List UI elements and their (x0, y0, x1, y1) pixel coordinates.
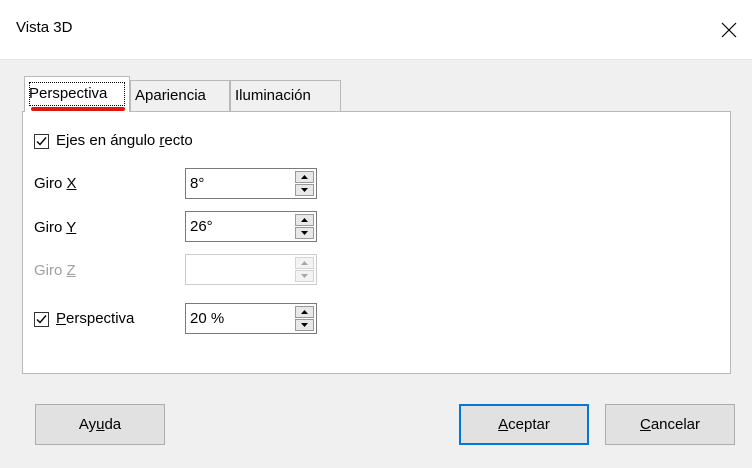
arrow-up-icon (301, 261, 308, 265)
close-button[interactable] (706, 0, 752, 59)
perspective-value: 20 % (190, 310, 225, 327)
arrow-down-icon (301, 274, 308, 278)
tab-panel-perspectiva: Ejes en ángulo recto Giro X 8° Giro Y 26… (22, 111, 731, 374)
perspective-checkbox[interactable] (34, 312, 49, 327)
arrow-down-icon (301, 231, 308, 235)
checkmark-icon (36, 315, 47, 324)
rotation-z-increment-button (295, 257, 314, 269)
arrow-down-icon (301, 323, 308, 327)
tab-highlight-underline (31, 107, 125, 111)
close-icon (721, 22, 737, 37)
arrow-up-icon (301, 175, 308, 179)
ok-button-label: Aceptar (498, 416, 550, 433)
perspective-label: Perspectiva (56, 310, 135, 327)
tab-apariencia[interactable]: Apariencia (130, 80, 230, 111)
rotation-y-spinbox[interactable]: 26° (185, 211, 317, 242)
rotation-y-increment-button[interactable] (295, 214, 314, 226)
right-angle-axes-checkbox[interactable] (34, 134, 49, 149)
rotation-y-decrement-button[interactable] (295, 227, 314, 239)
rotation-z-label: Giro Z (34, 262, 76, 279)
rotation-z-decrement-button (295, 270, 314, 282)
tab-iluminacion[interactable]: Iluminación (230, 80, 341, 111)
rotation-x-spinbox[interactable]: 8° (185, 168, 317, 199)
title-bar: Vista 3D (0, 0, 752, 60)
rotation-x-label: Giro X (34, 175, 77, 192)
checkmark-icon (36, 137, 47, 146)
rotation-x-increment-button[interactable] (295, 171, 314, 183)
window-title: Vista 3D (16, 19, 73, 36)
help-button-label: Ayuda (78, 416, 122, 433)
rotation-x-value: 8° (190, 175, 205, 192)
perspective-decrement-button[interactable] (295, 319, 314, 331)
arrow-up-icon (301, 218, 308, 222)
rotation-z-spinbox (185, 254, 317, 285)
tab-label: Iluminación (235, 87, 311, 104)
cancel-button-label: Cancelar (639, 416, 701, 433)
rotation-y-value: 26° (190, 218, 213, 235)
tab-perspectiva[interactable]: Perspectiva (24, 76, 130, 112)
right-angle-axes-label: Ejes en ángulo recto (56, 132, 193, 149)
arrow-down-icon (301, 188, 308, 192)
ok-button[interactable]: Aceptar (459, 404, 589, 445)
cancel-button[interactable]: Cancelar (605, 404, 735, 445)
rotation-x-decrement-button[interactable] (295, 184, 314, 196)
arrow-up-icon (301, 310, 308, 314)
help-button[interactable]: Ayuda (35, 404, 165, 445)
tab-label: Perspectiva (29, 85, 108, 102)
perspective-increment-button[interactable] (295, 306, 314, 318)
perspective-spinbox[interactable]: 20 % (185, 303, 317, 334)
rotation-y-label: Giro Y (34, 219, 77, 236)
tab-label: Apariencia (135, 87, 206, 104)
